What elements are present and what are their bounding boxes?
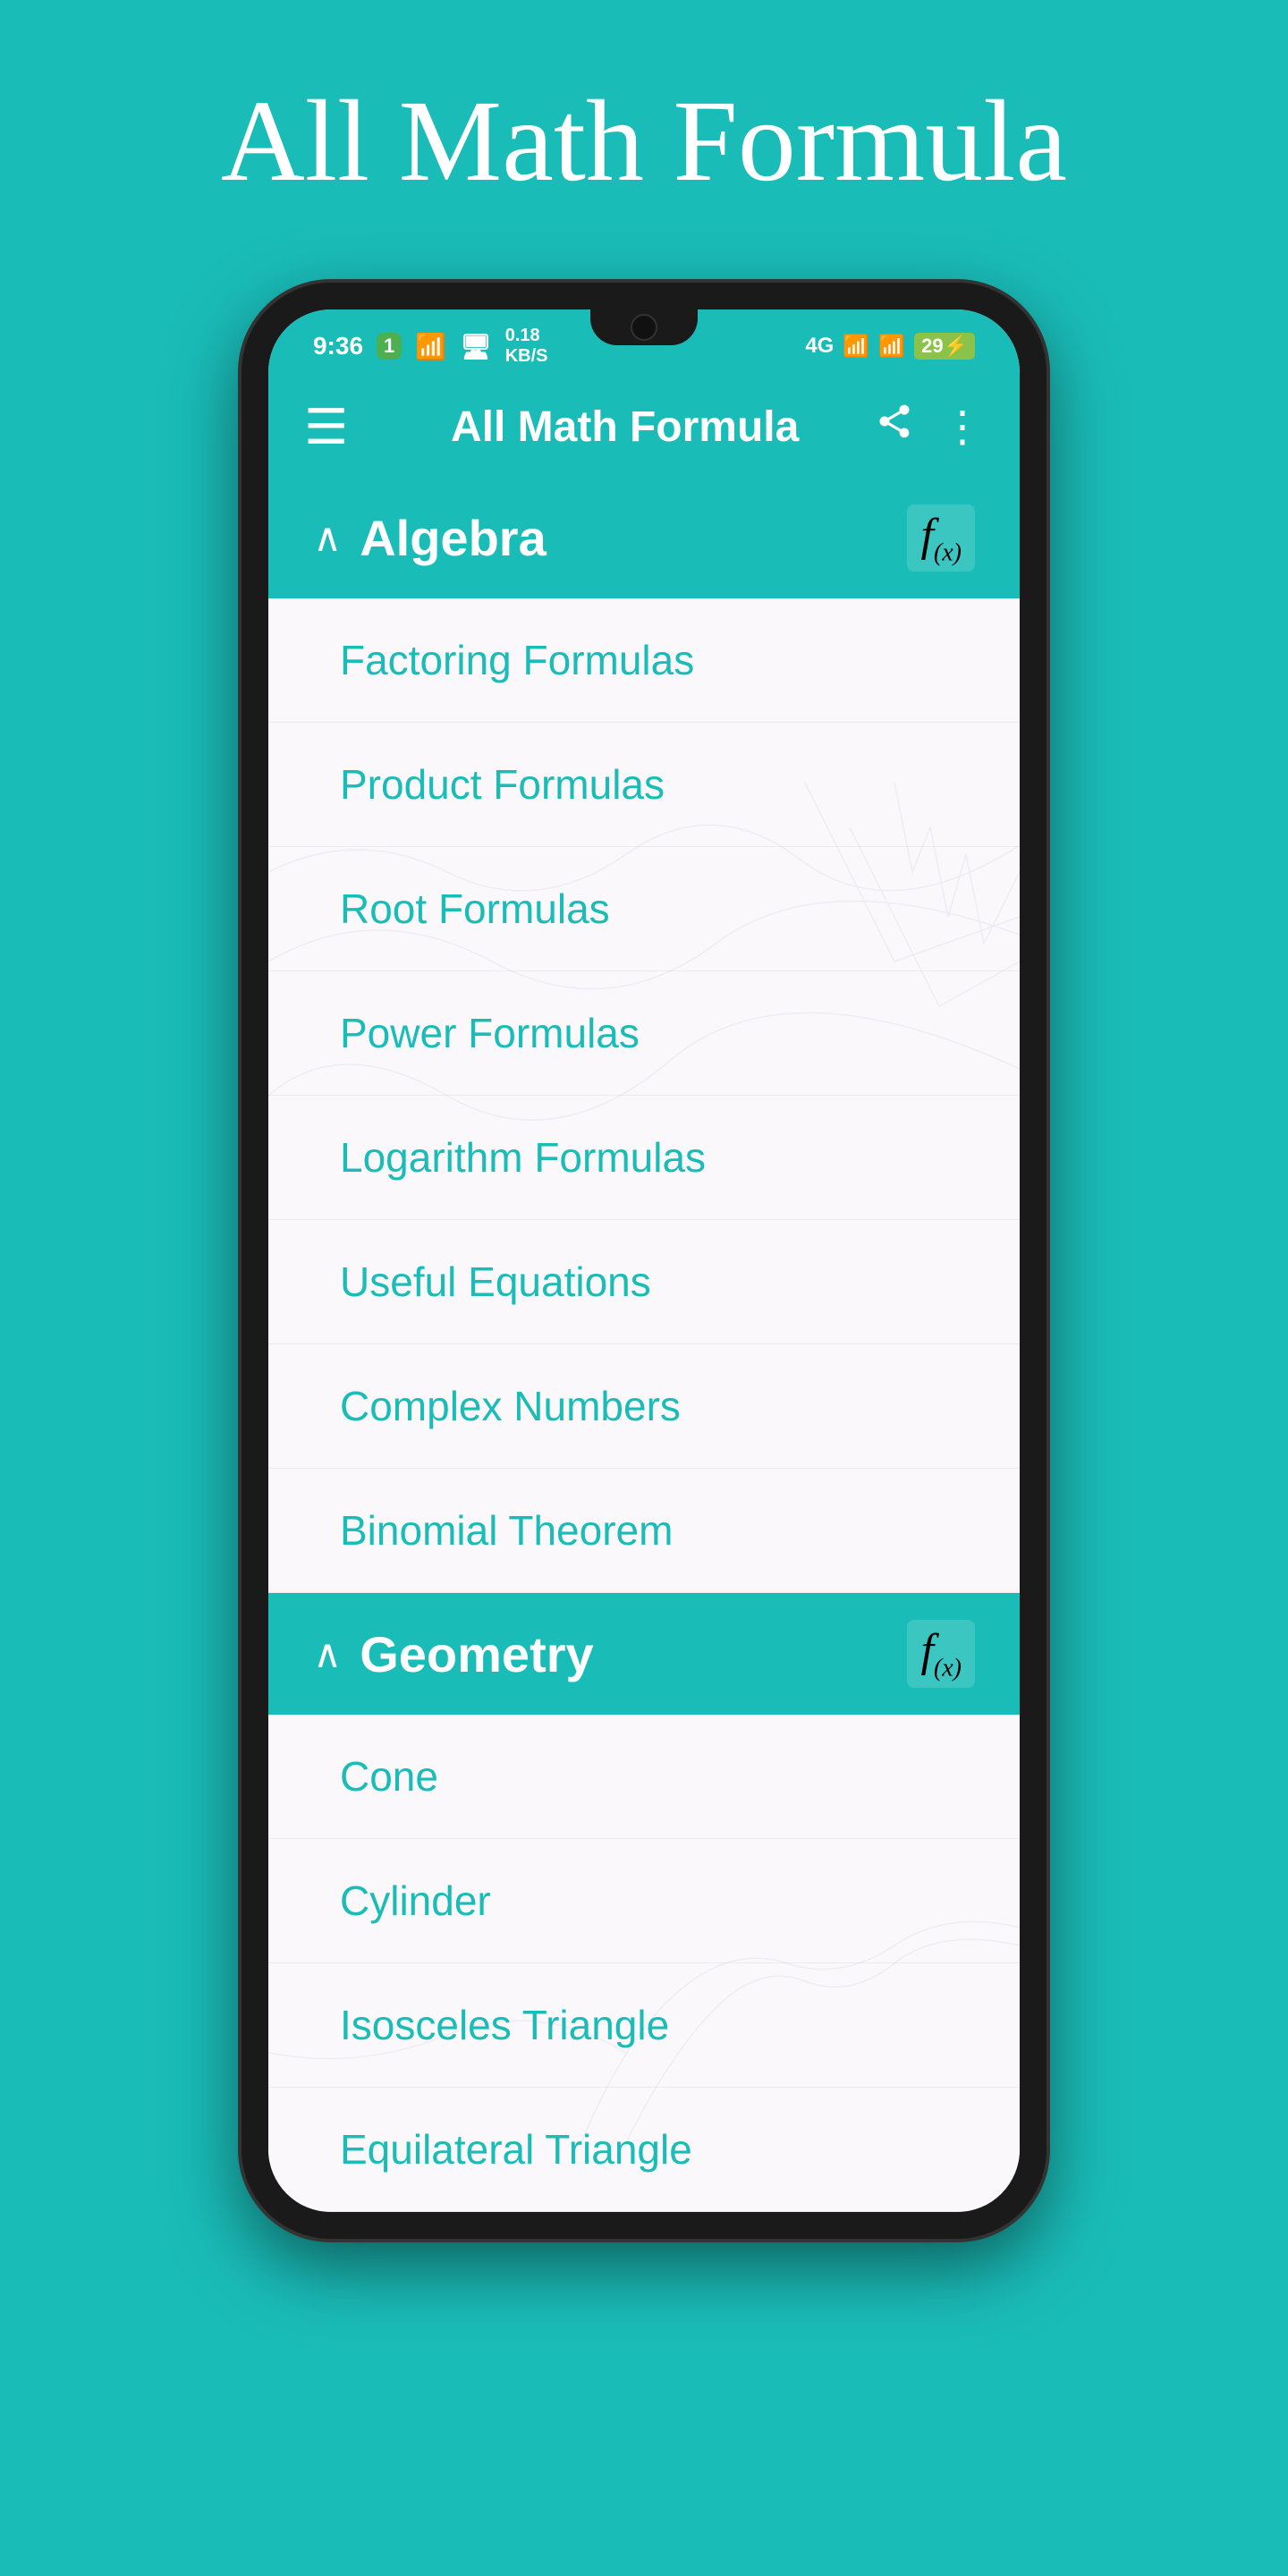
geometry-section-title: Geometry: [360, 1625, 889, 1683]
app-title: All Math Formula: [221, 72, 1067, 211]
wifi-icon: 📶: [415, 332, 446, 361]
equilateral-triangle-item[interactable]: Equilateral Triangle: [268, 2088, 1020, 2212]
battery-indicator: 29 ⚡: [914, 333, 975, 360]
geometry-items-container: Cone Cylinder Isosceles Triangle Equilat…: [268, 1715, 1020, 2212]
menu-button[interactable]: ☰: [304, 398, 348, 455]
signal-bars-icon: 📶: [878, 334, 905, 360]
algebra-formula-icon: f(x): [907, 504, 975, 572]
cylinder-item[interactable]: Cylinder: [268, 1839, 1020, 1963]
geometry-formula-icon: f(x): [907, 1620, 975, 1687]
share-button[interactable]: [875, 402, 914, 452]
useful-equations-item[interactable]: Useful Equations: [268, 1220, 1020, 1344]
network-type: 4G: [805, 334, 834, 359]
power-formulas-item[interactable]: Power Formulas: [268, 971, 1020, 1096]
status-bar-left: 9:36 1 📶 🖥 0.18KB/S: [313, 326, 548, 367]
phone-frame: 9:36 1 📶 🖥 0.18KB/S 4G 📶 📶 29 ⚡: [242, 283, 1046, 2239]
factoring-formulas-item[interactable]: Factoring Formulas: [268, 598, 1020, 723]
cone-item[interactable]: Cone: [268, 1715, 1020, 1839]
root-formulas-item[interactable]: Root Formulas: [268, 847, 1020, 971]
algebra-section-title: Algebra: [360, 509, 889, 567]
algebra-section-header[interactable]: ∧ Algebra f(x): [268, 478, 1020, 598]
app-toolbar: ☰ All Math Formula ⋮: [268, 376, 1020, 478]
phone-screen: 9:36 1 📶 🖥 0.18KB/S 4G 📶 📶 29 ⚡: [268, 309, 1020, 2212]
phone-wrapper: 9:36 1 📶 🖥 0.18KB/S 4G 📶 📶 29 ⚡: [242, 283, 1046, 2239]
notch: [590, 309, 698, 345]
binomial-theorem-item[interactable]: Binomial Theorem: [268, 1469, 1020, 1593]
signal-icon: 📶: [843, 334, 869, 360]
product-formulas-item[interactable]: Product Formulas: [268, 723, 1020, 847]
camera: [631, 314, 657, 341]
status-bar-right: 4G 📶 📶 29 ⚡: [805, 333, 975, 360]
algebra-items-container: Factoring Formulas Product Formulas Root…: [268, 598, 1020, 1593]
isosceles-triangle-item[interactable]: Isosceles Triangle: [268, 1963, 1020, 2088]
data-speed: 0.18KB/S: [505, 326, 548, 367]
status-time: 9:36: [313, 332, 363, 360]
geometry-chevron-icon: ∧: [313, 1631, 342, 1677]
more-options-button[interactable]: ⋮: [941, 402, 984, 452]
toolbar-title: All Math Formula: [375, 402, 875, 452]
wifi-badge: 1: [377, 333, 402, 360]
complex-numbers-item[interactable]: Complex Numbers: [268, 1344, 1020, 1469]
battery-icon: ⚡: [944, 335, 968, 358]
status-bar: 9:36 1 📶 🖥 0.18KB/S 4G 📶 📶 29 ⚡: [268, 309, 1020, 376]
geometry-section-header[interactable]: ∧ Geometry f(x): [268, 1593, 1020, 1714]
algebra-chevron-icon: ∧: [313, 515, 342, 561]
logarithm-formulas-item[interactable]: Logarithm Formulas: [268, 1096, 1020, 1220]
data-monitor-icon: 🖥: [460, 332, 492, 361]
toolbar-icons: ⋮: [875, 402, 984, 452]
content-area: ∧ Algebra f(x): [268, 478, 1020, 2212]
battery-level: 29: [921, 335, 943, 358]
